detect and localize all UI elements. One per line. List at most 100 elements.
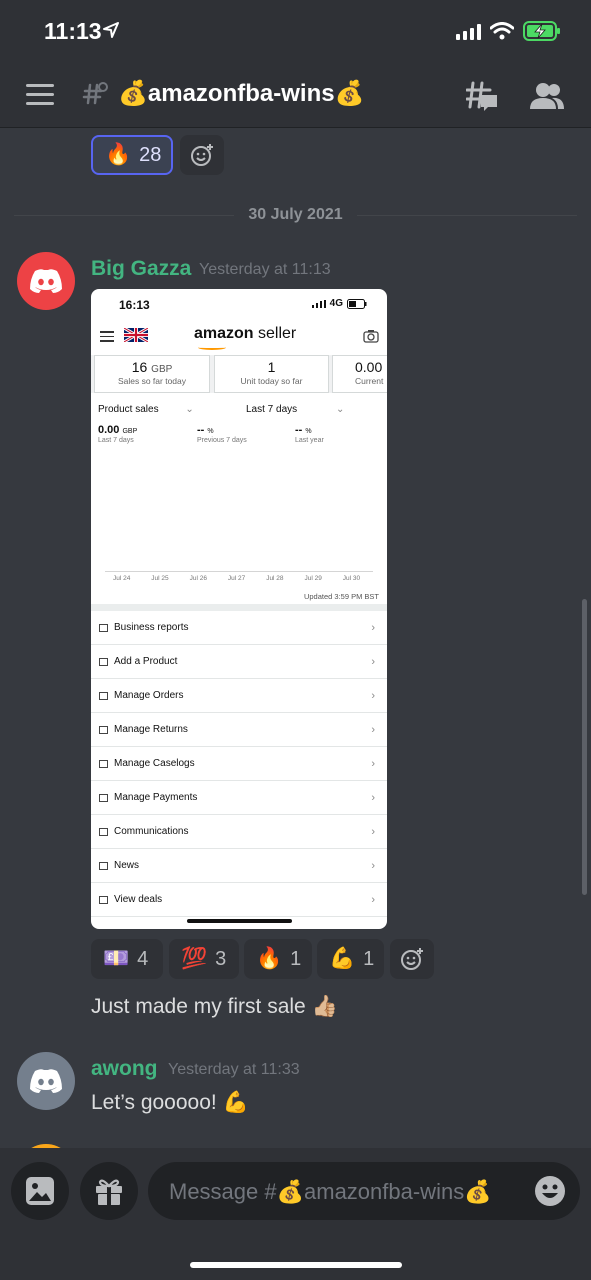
reaction-muscle[interactable]: 💪 1 [317, 939, 384, 979]
message-input[interactable]: Message #💰amazonfba-wins💰 [148, 1162, 580, 1220]
menu-item-icon [99, 691, 108, 700]
attachment-home-indicator [187, 919, 292, 923]
chart-x-axis [105, 571, 373, 572]
scrollbar[interactable] [582, 599, 587, 895]
attachment-menu-item: Manage Orders › [91, 679, 387, 713]
image-icon [26, 1177, 54, 1205]
attachment-nav: amazon seller [91, 319, 387, 355]
battery-charging-icon [523, 21, 560, 41]
timestamp: Yesterday at 11:33 [168, 1061, 300, 1078]
menu-item-label: Communications [114, 826, 189, 837]
message-text: Let’s gooooo! 💪 [91, 1091, 249, 1114]
chevron-right-icon: › [371, 757, 375, 770]
reaction-pound[interactable]: 💷 4 [91, 939, 163, 979]
menu-icon[interactable] [26, 84, 54, 106]
attachment-menu-item: Communications › [91, 815, 387, 849]
chart-x-tick: Jul 24 [113, 575, 131, 582]
attachment-menu-item: View deals › [91, 883, 387, 917]
message-composer: Message #💰amazonfba-wins💰 [0, 1148, 591, 1280]
reaction-fire[interactable]: 🔥 1 [244, 939, 312, 979]
reaction-count: 3 [215, 947, 227, 970]
message-input-placeholder: Message #💰amazonfba-wins💰 [169, 1179, 492, 1204]
attachment-menu-icon [100, 331, 114, 342]
hash-lock-icon [82, 82, 108, 105]
attachment-time: 16:13 [119, 298, 150, 312]
chevron-right-icon: › [371, 655, 375, 668]
attachment-signal-icon [311, 299, 326, 308]
gift-icon [96, 1179, 122, 1205]
timestamp: Yesterday at 11:13 [199, 261, 331, 278]
location-arrow-icon [103, 22, 119, 38]
menu-item-icon [99, 861, 108, 870]
menu-item-label: Manage Orders [114, 690, 184, 701]
chevron-right-icon: › [371, 723, 375, 736]
signal-icon [456, 24, 481, 40]
chart-x-tick: Jul 29 [304, 575, 322, 582]
menu-item-icon [99, 725, 108, 734]
add-reaction-button[interactable] [390, 939, 434, 979]
add-reaction-button[interactable] [180, 135, 224, 175]
attachment-menu-item: News › [91, 849, 387, 883]
chevron-right-icon: › [371, 791, 375, 804]
menu-item-label: Manage Caselogs [114, 758, 195, 769]
image-attachment[interactable]: 16:13 4G amazon seller 16 GBP Sales so f… [91, 289, 387, 929]
status-time: 11:13 [44, 18, 102, 44]
message-list[interactable]: 🔥 28 30 July 2021 Big Gazza Yesterday at… [0, 128, 591, 1148]
attachment-menu-item: Manage Returns › [91, 713, 387, 747]
attachment-status-bar: 16:13 4G [91, 289, 387, 319]
menu-item-label: Business reports [114, 622, 189, 633]
threads-icon[interactable] [466, 80, 498, 112]
chevron-right-icon: › [371, 893, 375, 906]
attachment-filter-metric: Product sales ⌄ [98, 404, 194, 415]
reaction-emoji: 🔥 [256, 947, 283, 970]
amazon-seller-logo: amazon seller [194, 325, 296, 350]
date-divider: 30 July 2021 [14, 206, 577, 226]
members-icon[interactable] [530, 82, 564, 110]
reaction-hundred[interactable]: 💯 3 [169, 939, 239, 979]
reaction-emoji: 🔥 [105, 143, 132, 166]
summary-card: 0.00 Current [332, 355, 387, 393]
attachment-summary-cards: 16 GBP Sales so far today 1 Unit today s… [91, 355, 387, 393]
attachment-menu-item: Add a Product › [91, 645, 387, 679]
channel-title: 💰amazonfba-wins💰 [118, 80, 365, 107]
attachment-metric: -- % Last year [295, 424, 324, 444]
emoji-icon[interactable] [534, 1175, 566, 1207]
reaction-count: 1 [290, 947, 302, 970]
username[interactable]: Big Gazza [91, 257, 191, 281]
chevron-right-icon: › [371, 689, 375, 702]
username[interactable]: awong [91, 1057, 158, 1081]
summary-card: 16 GBP Sales so far today [94, 355, 210, 393]
menu-item-label: Add a Product [114, 656, 178, 667]
wifi-icon [490, 22, 514, 40]
chart-x-tick: Jul 27 [227, 575, 246, 582]
add-reaction-icon [401, 948, 423, 970]
home-indicator [190, 1262, 402, 1268]
menu-item-icon [99, 657, 108, 666]
attachment-network: 4G [329, 298, 343, 309]
menu-item-label: News [114, 860, 140, 871]
chart-x-tick: Jul 25 [151, 575, 169, 582]
reaction-emoji: 💯 [181, 947, 208, 970]
attachment-metric: -- % Previous 7 days [197, 424, 247, 444]
attach-image-button[interactable] [11, 1162, 69, 1220]
avatar[interactable] [17, 1052, 75, 1110]
attachment-metric: 0.00 GBP Last 7 days [98, 424, 138, 444]
attachment-filter-range: Last 7 days ⌄ [246, 404, 345, 415]
menu-item-icon [99, 793, 108, 802]
reaction-emoji: 💪 [329, 947, 356, 970]
add-reaction-icon [191, 144, 213, 166]
message-text: Just made my first sale 👍🏼 [91, 995, 338, 1018]
chart-x-tick: Jul 26 [189, 575, 207, 582]
menu-item-label: View deals [114, 894, 163, 905]
avatar[interactable] [17, 252, 75, 310]
attachment-menu-item: Manage Payments › [91, 781, 387, 815]
channel-header: 💰amazonfba-wins💰 [0, 62, 591, 128]
reaction-fire-top[interactable]: 🔥 28 [91, 135, 173, 175]
date-divider-text: 30 July 2021 [240, 206, 351, 223]
menu-item-icon [99, 895, 108, 904]
attachment-menu-item: Manage Caselogs › [91, 747, 387, 781]
menu-item-icon [99, 827, 108, 836]
discord-avatar-icon [30, 269, 62, 293]
gift-button[interactable] [80, 1162, 138, 1220]
chart-x-tick: Jul 30 [342, 575, 361, 582]
